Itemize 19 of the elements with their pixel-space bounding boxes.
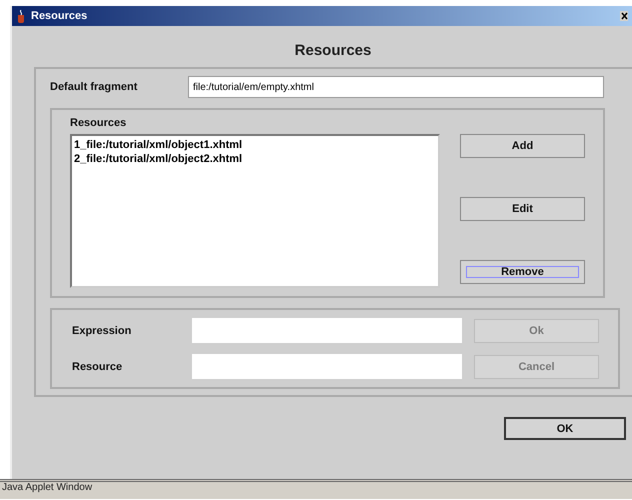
input-field[interactable] [192, 318, 462, 343]
ok-button[interactable]: OK [504, 417, 626, 440]
list-item[interactable]: 2_file:/tutorial/xml/object2.xhtml [74, 152, 436, 166]
list-item[interactable]: 1_file:/tutorial/xml/object1.xhtml [74, 138, 436, 152]
field-label: Resource [72, 360, 124, 372]
status-text: Java Applet Window [2, 482, 92, 493]
field-label: Expression [72, 324, 132, 336]
dialog-heading: Resources [294, 41, 372, 61]
action-button[interactable]: Add [460, 134, 585, 158]
action-button[interactable]: Remove [460, 260, 585, 284]
close-icon[interactable] [620, 11, 628, 21]
panel-title: Resources [70, 117, 128, 129]
action-button[interactable]: Edit [460, 197, 585, 221]
input-field[interactable] [192, 354, 462, 379]
input-field[interactable]: file:/tutorial/em/empty.xhtml [188, 76, 604, 98]
field-label: Default fragment [50, 81, 138, 93]
resource-list[interactable]: 1_file:/tutorial/xml/object1.xhtml 2_file:/tutorial/xml/object2.xhtml [70, 134, 440, 288]
cup-icon [16, 10, 26, 22]
window-title: Resources [31, 10, 88, 22]
